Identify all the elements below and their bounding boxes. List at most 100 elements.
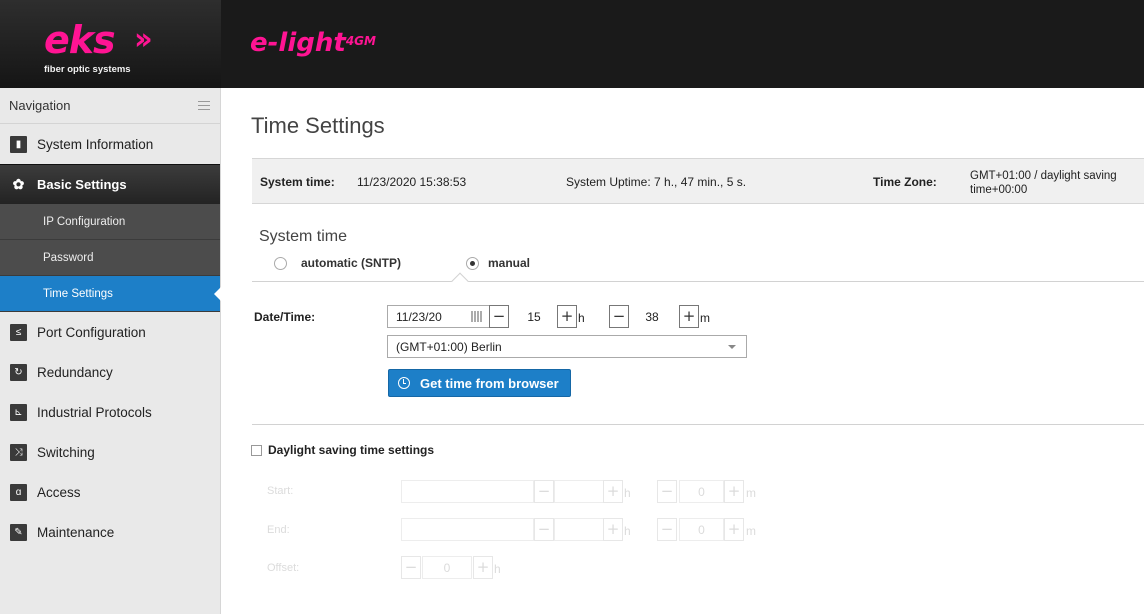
dst-start-hour-decrement[interactable]: − xyxy=(534,480,554,503)
hour-decrement-button[interactable]: − xyxy=(489,305,509,328)
gear-icon: ✿ xyxy=(12,176,25,192)
sidebar-item-switching[interactable]: ⤨ Switching xyxy=(0,432,220,472)
timezone-select-value: (GMT+01:00) Berlin xyxy=(396,339,502,354)
divider xyxy=(252,281,1144,282)
product-logo: e-light4GM xyxy=(250,28,376,58)
sidebar-item-label: Basic Settings xyxy=(37,177,127,192)
timezone-value: GMT+01:00 / daylight saving time+00:00 xyxy=(970,170,1117,196)
hour-increment-button[interactable]: + xyxy=(557,305,577,328)
dst-offset-increment[interactable]: + xyxy=(473,556,493,579)
dst-end-label: End: xyxy=(267,524,290,536)
uptime-value: System Uptime: 7 h., 47 min., 5 s. xyxy=(566,175,747,189)
company-tagline: fiber optic systems xyxy=(44,64,131,75)
get-time-from-browser-button[interactable]: Get time from browser xyxy=(388,369,571,397)
dst-start-minute-input[interactable]: 0 xyxy=(679,480,724,503)
hour-unit: h xyxy=(578,311,585,325)
hour-value: 15 xyxy=(527,309,541,324)
system-info-bar: System time: 11/23/2020 15:38:53 System … xyxy=(252,158,1144,204)
calendar-icon[interactable] xyxy=(471,311,483,322)
page-title: Time Settings xyxy=(251,113,385,138)
radio-manual-circle[interactable] xyxy=(466,256,479,270)
sidebar-item-maintenance[interactable]: ✎ Maintenance xyxy=(0,512,220,552)
dst-checkbox-row[interactable]: Daylight saving time settings xyxy=(251,443,434,457)
sidebar-item-system-information[interactable]: ▮ System Information xyxy=(0,124,220,164)
sidebar-item-access[interactable]: ɑ Access xyxy=(0,472,220,512)
dst-start-hour-unit: h xyxy=(624,486,631,500)
sidebar-item-label: Access xyxy=(37,484,81,500)
radio-automatic-circle[interactable] xyxy=(274,256,287,270)
redundancy-icon: ↻ xyxy=(10,363,27,381)
dst-start-minute-decrement[interactable]: − xyxy=(657,480,677,503)
dst-end-hour-input[interactable] xyxy=(554,518,604,541)
dst-end-minute-input[interactable]: 0 xyxy=(679,518,724,541)
sidebar-item-label: Redundancy xyxy=(37,364,113,380)
dst-checkbox[interactable] xyxy=(251,444,262,456)
dst-start-minute-unit: m xyxy=(746,486,756,500)
dst-offset-value: 0 xyxy=(443,560,451,575)
sidebar-item-label: Maintenance xyxy=(37,524,115,540)
datetime-label: Date/Time: xyxy=(254,310,316,324)
sidebar-subitem-ip-configuration[interactable]: IP Configuration xyxy=(0,204,220,240)
minute-decrement-button[interactable]: − xyxy=(609,305,629,328)
sidebar-subitem-label: Time Settings xyxy=(43,287,113,300)
browser-button-label: Get time from browser xyxy=(420,375,559,391)
radio-automatic[interactable]: automatic (SNTP) xyxy=(274,256,401,270)
date-input[interactable]: 11/23/20 xyxy=(387,305,490,328)
sidebar-item-label: Switching xyxy=(37,444,95,460)
sidebar-item-label: Industrial Protocols xyxy=(37,404,152,420)
divider xyxy=(252,424,1144,425)
dst-start-minute-value: 0 xyxy=(698,484,705,499)
hour-input[interactable]: 15 xyxy=(514,305,554,328)
radio-manual[interactable]: manual xyxy=(466,256,530,270)
sidebar-subitem-label: IP Configuration xyxy=(43,215,126,228)
dst-end-date-input[interactable] xyxy=(401,518,534,541)
dst-end-hour-decrement[interactable]: − xyxy=(534,518,554,541)
main-content: Time Settings System time: 11/23/2020 15… xyxy=(221,88,1144,614)
dst-offset-decrement[interactable]: − xyxy=(401,556,421,579)
timezone-label: Time Zone: xyxy=(873,175,937,189)
minute-unit: m xyxy=(700,311,710,325)
sidebar-item-redundancy[interactable]: ↻ Redundancy xyxy=(0,352,220,392)
system-time-heading: System time xyxy=(259,228,348,245)
dst-start-hour-input[interactable] xyxy=(554,480,604,503)
minute-increment-button[interactable]: + xyxy=(679,305,699,328)
dst-offset-label: Offset: xyxy=(267,562,300,574)
lock-icon: ɑ xyxy=(10,483,27,501)
protocol-icon: ⊾ xyxy=(10,403,27,421)
minute-value: 38 xyxy=(645,309,659,324)
company-logo-area: eks ›› fiber optic systems xyxy=(0,0,221,88)
date-value: 11/23/20 xyxy=(396,309,442,324)
system-time-label: System time: xyxy=(260,175,335,189)
dst-end-minute-value: 0 xyxy=(698,522,705,537)
sidebar: Navigation ▮ System Information ✿ Basic … xyxy=(0,88,221,614)
dst-end-minute-increment[interactable]: + xyxy=(724,518,744,541)
timezone-select[interactable]: (GMT+01:00) Berlin xyxy=(387,335,747,358)
dst-end-hour-increment[interactable]: + xyxy=(603,518,623,541)
system-time-value: 11/23/2020 15:38:53 xyxy=(357,175,467,189)
menu-toggle-icon[interactable] xyxy=(198,101,210,110)
minute-input[interactable]: 38 xyxy=(632,305,672,328)
wrench-icon: ✎ xyxy=(10,523,27,541)
dst-end-minute-unit: m xyxy=(746,524,756,538)
dst-start-date-input[interactable] xyxy=(401,480,534,503)
dst-end-minute-decrement[interactable]: − xyxy=(657,518,677,541)
app-header: eks ›› fiber optic systems e-light4GM xyxy=(0,0,1144,88)
radio-manual-label: manual xyxy=(488,256,531,270)
sidebar-item-industrial-protocols[interactable]: ⊾ Industrial Protocols xyxy=(0,392,220,432)
chart-icon: ▮ xyxy=(10,135,27,153)
dst-offset-unit: h xyxy=(494,562,501,576)
sidebar-subitem-time-settings[interactable]: Time Settings xyxy=(0,276,221,312)
product-name: e-light xyxy=(250,28,346,58)
dst-end-hour-unit: h xyxy=(624,524,631,538)
switching-icon: ⤨ xyxy=(10,443,27,461)
dst-start-minute-increment[interactable]: + xyxy=(724,480,744,503)
company-logo: eks xyxy=(44,18,116,62)
sidebar-subitem-password[interactable]: Password xyxy=(0,240,220,276)
sidebar-item-port-configuration[interactable]: ≤ Port Configuration xyxy=(0,312,220,352)
clock-icon xyxy=(398,377,410,389)
chevron-down-icon xyxy=(728,345,736,349)
sidebar-item-basic-settings[interactable]: ✿ Basic Settings xyxy=(0,164,220,204)
dst-start-hour-increment[interactable]: + xyxy=(603,480,623,503)
dst-checkbox-label: Daylight saving time settings xyxy=(268,443,435,457)
dst-offset-input[interactable]: 0 xyxy=(422,556,472,579)
